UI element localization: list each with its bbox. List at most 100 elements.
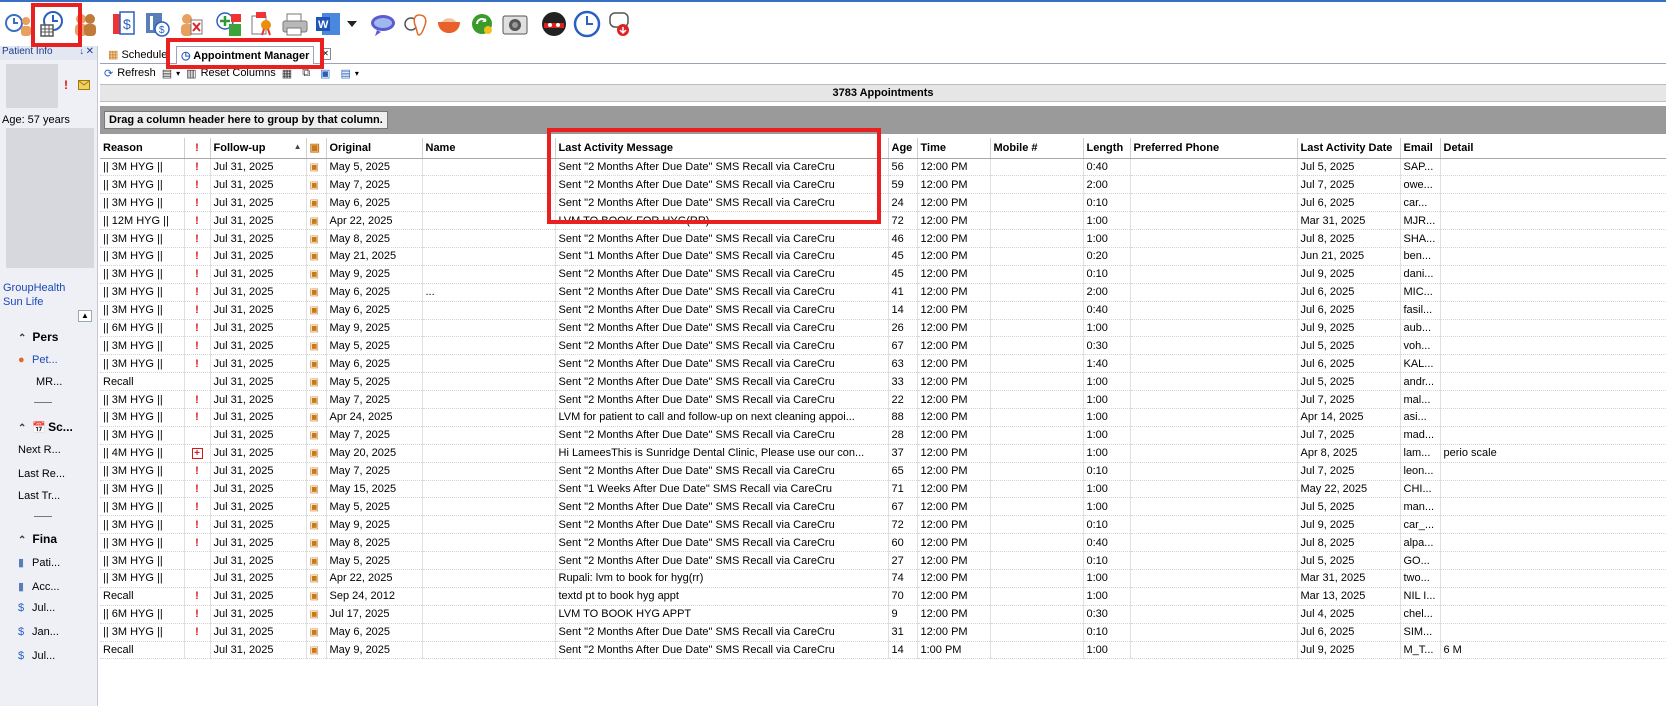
- treatment-icon[interactable]: [173, 5, 206, 43]
- insurance-icon[interactable]: $: [140, 5, 173, 43]
- section-personal[interactable]: ⌃ Pers: [18, 330, 58, 344]
- table-row[interactable]: || 3M HYG ||! Jul 31, 2025 ▣ May 15, 2025 Se…: [100, 480, 1666, 499]
- cell-email: leon...: [1400, 462, 1441, 481]
- section-schedule[interactable]: ⌃ 📅 Sc...: [18, 420, 73, 434]
- column-header-followup[interactable]: Follow-up ▲: [210, 138, 307, 159]
- bowl-icon[interactable]: [432, 5, 465, 43]
- column-header-fuicon[interactable]: ▣: [306, 138, 327, 159]
- collapse-icon[interactable]: ⌃: [18, 535, 26, 546]
- word-icon[interactable]: W: [311, 5, 344, 43]
- ledger-icon: ▮: [18, 557, 25, 569]
- section-financial-item[interactable]: ▮ Acc...: [18, 580, 60, 593]
- insurance-secondary[interactable]: Sun Life: [3, 296, 43, 308]
- printer-icon[interactable]: [278, 5, 311, 43]
- table-row[interactable]: || 3M HYG ||! Jul 31, 2025 ▣ May 7, 2025 Sen…: [100, 175, 1666, 195]
- column-header-time[interactable]: Time: [917, 138, 991, 159]
- view-button[interactable]: ▣: [320, 67, 334, 80]
- table-row[interactable]: || 3M HYG ||! Jul 31, 2025 ▣ May 21, 2025 Se…: [100, 247, 1666, 266]
- refresh-icon[interactable]: [465, 5, 498, 43]
- table-row[interactable]: || 3M HYG ||! Jul 31, 2025 ▣ May 7, 2025 Sen…: [100, 390, 1666, 409]
- export-dropdown[interactable]: ▤ ▾: [340, 67, 358, 80]
- tooth-icon[interactable]: [399, 5, 432, 43]
- table-row[interactable]: || 3M HYG ||! Jul 31, 2025 ▣ May 7, 2025 Sen…: [100, 462, 1666, 481]
- table-row[interactable]: || 3M HYG || Jul 31, 2025 ▣ May 7, 2025 Sent…: [100, 426, 1666, 445]
- table-row[interactable]: || 3M HYG ||! Jul 31, 2025 ▣ May 5, 2025 Sen…: [100, 158, 1666, 177]
- table-row[interactable]: || 3M HYG ||! Jul 31, 2025 ▣ May 8, 2025 Sen…: [100, 533, 1666, 553]
- section-personal-item[interactable]: ● Pet...: [18, 354, 58, 366]
- table-row[interactable]: || 3M HYG || Jul 31, 2025 ▣ May 5, 2025 Sent…: [100, 551, 1666, 570]
- column-chooser-button[interactable]: ▦: [282, 67, 296, 80]
- clock-person-icon[interactable]: [2, 5, 35, 43]
- mail-icon[interactable]: [78, 80, 90, 93]
- column-header-reason[interactable]: Reason: [100, 138, 185, 159]
- dropdown-icon[interactable]: [344, 5, 360, 43]
- patient-icon[interactable]: [68, 5, 101, 43]
- sort-ascending-icon[interactable]: ▲: [294, 142, 302, 151]
- cell-detail: perio scale: [1440, 444, 1666, 463]
- table-row[interactable]: Recall Jul 31, 2025 ▣ May 5, 2025 Sent "2 Mo…: [100, 372, 1666, 392]
- column-header-message[interactable]: Last Activity Message: [555, 138, 889, 159]
- reset-columns-button[interactable]: ▥ Reset Columns: [186, 67, 276, 80]
- refresh-button[interactable]: ⟳ Refresh: [104, 67, 156, 80]
- panel-scroll-up[interactable]: ▲: [78, 310, 92, 322]
- section-financial-item[interactable]: $ Jul...: [18, 650, 55, 662]
- cell-last-date: Jul 5, 2025: [1297, 372, 1401, 392]
- appointment-manager-icon[interactable]: [35, 5, 68, 43]
- table-row[interactable]: || 3M HYG || Jul 31, 2025 ▣ Apr 22, 2025 Rup…: [100, 569, 1666, 588]
- mask-icon[interactable]: [537, 5, 570, 43]
- column-header-age[interactable]: Age: [888, 138, 918, 159]
- column-header-original[interactable]: Original: [326, 138, 423, 159]
- table-row[interactable]: || 3M HYG ||! Jul 31, 2025 ▣ Apr 24, 2025 LV…: [100, 408, 1666, 427]
- column-header-detail[interactable]: Detail: [1440, 138, 1666, 159]
- table-row[interactable]: || 6M HYG ||! Jul 31, 2025 ▣ Jul 17, 2025 LV…: [100, 605, 1666, 624]
- table-row[interactable]: || 3M HYG ||! Jul 31, 2025 ▣ May 5, 2025 Sen…: [100, 497, 1666, 517]
- close-icon[interactable]: ✕: [86, 46, 94, 57]
- collapse-icon[interactable]: ⌃: [18, 423, 26, 434]
- table-row[interactable]: || 3M HYG ||! Jul 31, 2025 ▣ May 8, 2025 Sen…: [100, 229, 1666, 248]
- table-row[interactable]: || 3M HYG ||! Jul 31, 2025 ▣ May 9, 2025 Sen…: [100, 265, 1666, 284]
- cell-reason: || 6M HYG ||: [100, 605, 185, 624]
- collapse-icon[interactable]: ⌃: [18, 333, 26, 344]
- column-header-mobile[interactable]: Mobile #: [990, 138, 1084, 159]
- alert-icon[interactable]: !: [64, 78, 68, 92]
- column-header-name[interactable]: Name: [422, 138, 556, 159]
- insurance-primary[interactable]: GroupHealth: [3, 282, 65, 294]
- chat-icon[interactable]: [366, 5, 399, 43]
- certificate-icon[interactable]: [245, 5, 278, 43]
- section-financial[interactable]: ⌃ Fina: [18, 532, 57, 546]
- layout-dropdown[interactable]: ▤ ▾: [162, 67, 180, 80]
- add-patient-icon[interactable]: [212, 5, 245, 43]
- section-financial-item[interactable]: ▮ Pati...: [18, 556, 60, 569]
- column-header-length[interactable]: Length: [1083, 138, 1131, 159]
- table-row[interactable]: || 6M HYG ||! Jul 31, 2025 ▣ May 9, 2025 Sen…: [100, 319, 1666, 338]
- table-row[interactable]: || 3M HYG ||! Jul 31, 2025 ▣ May 5, 2025 Sen…: [100, 336, 1666, 356]
- cell-followup: Jul 31, 2025: [210, 605, 307, 624]
- phone-icon[interactable]: [603, 5, 636, 43]
- section-financial-item[interactable]: $ Jul...: [18, 602, 55, 614]
- table-row[interactable]: || 12M HYG ||! Jul 31, 2025 ▣ Apr 22, 2025 L…: [100, 211, 1666, 231]
- group-button[interactable]: ⧉: [302, 67, 314, 80]
- billing-icon[interactable]: $: [107, 5, 140, 43]
- table-row[interactable]: || 3M HYG ||! Jul 31, 2025 ▣ May 9, 2025 Sen…: [100, 515, 1666, 535]
- table-row[interactable]: || 3M HYG ||! Jul 31, 2025 ▣ May 6, 2025 Sen…: [100, 301, 1666, 320]
- table-row[interactable]: Recall! Jul 31, 2025 ▣ Sep 24, 2012 textd pt…: [100, 587, 1666, 606]
- cell-name: [422, 515, 556, 535]
- tab-close-icon[interactable]: ✕: [320, 48, 331, 60]
- table-row[interactable]: || 3M HYG ||! Jul 31, 2025 ▣ May 6, 2025 Sen…: [100, 623, 1666, 642]
- table-row[interactable]: || 4M HYG || + Jul 31, 2025 ▣ May 20, 2025 Hi…: [100, 444, 1666, 463]
- column-header-phone[interactable]: Preferred Phone: [1130, 138, 1298, 159]
- table-row[interactable]: || 3M HYG ||! Jul 31, 2025 ▣ May 6, 2025 Sen…: [100, 193, 1666, 213]
- group-by-area[interactable]: Drag a column header here to group by th…: [100, 106, 1666, 134]
- table-row[interactable]: || 3M HYG ||! Jul 31, 2025 ▣ May 6, 2025...…: [100, 283, 1666, 302]
- table-row[interactable]: Recall Jul 31, 2025 ▣ May 9, 2025 Sent "2 Mo…: [100, 641, 1666, 660]
- section-financial-item[interactable]: $ Jan...: [18, 626, 59, 638]
- column-header-flag[interactable]: !: [184, 138, 211, 159]
- column-header-email[interactable]: Email: [1400, 138, 1441, 159]
- column-header-last-date[interactable]: Last Activity Date: [1297, 138, 1401, 159]
- tab-schedule[interactable]: ▦ Schedule: [104, 46, 171, 64]
- pin-icon[interactable]: ↓: [80, 46, 85, 56]
- table-row[interactable]: || 3M HYG ||! Jul 31, 2025 ▣ May 6, 2025 Sen…: [100, 354, 1666, 374]
- clock-icon[interactable]: [570, 5, 603, 43]
- tab-appointment-manager[interactable]: ◷ Appointment Manager: [176, 46, 315, 65]
- camera-icon[interactable]: [498, 5, 531, 43]
